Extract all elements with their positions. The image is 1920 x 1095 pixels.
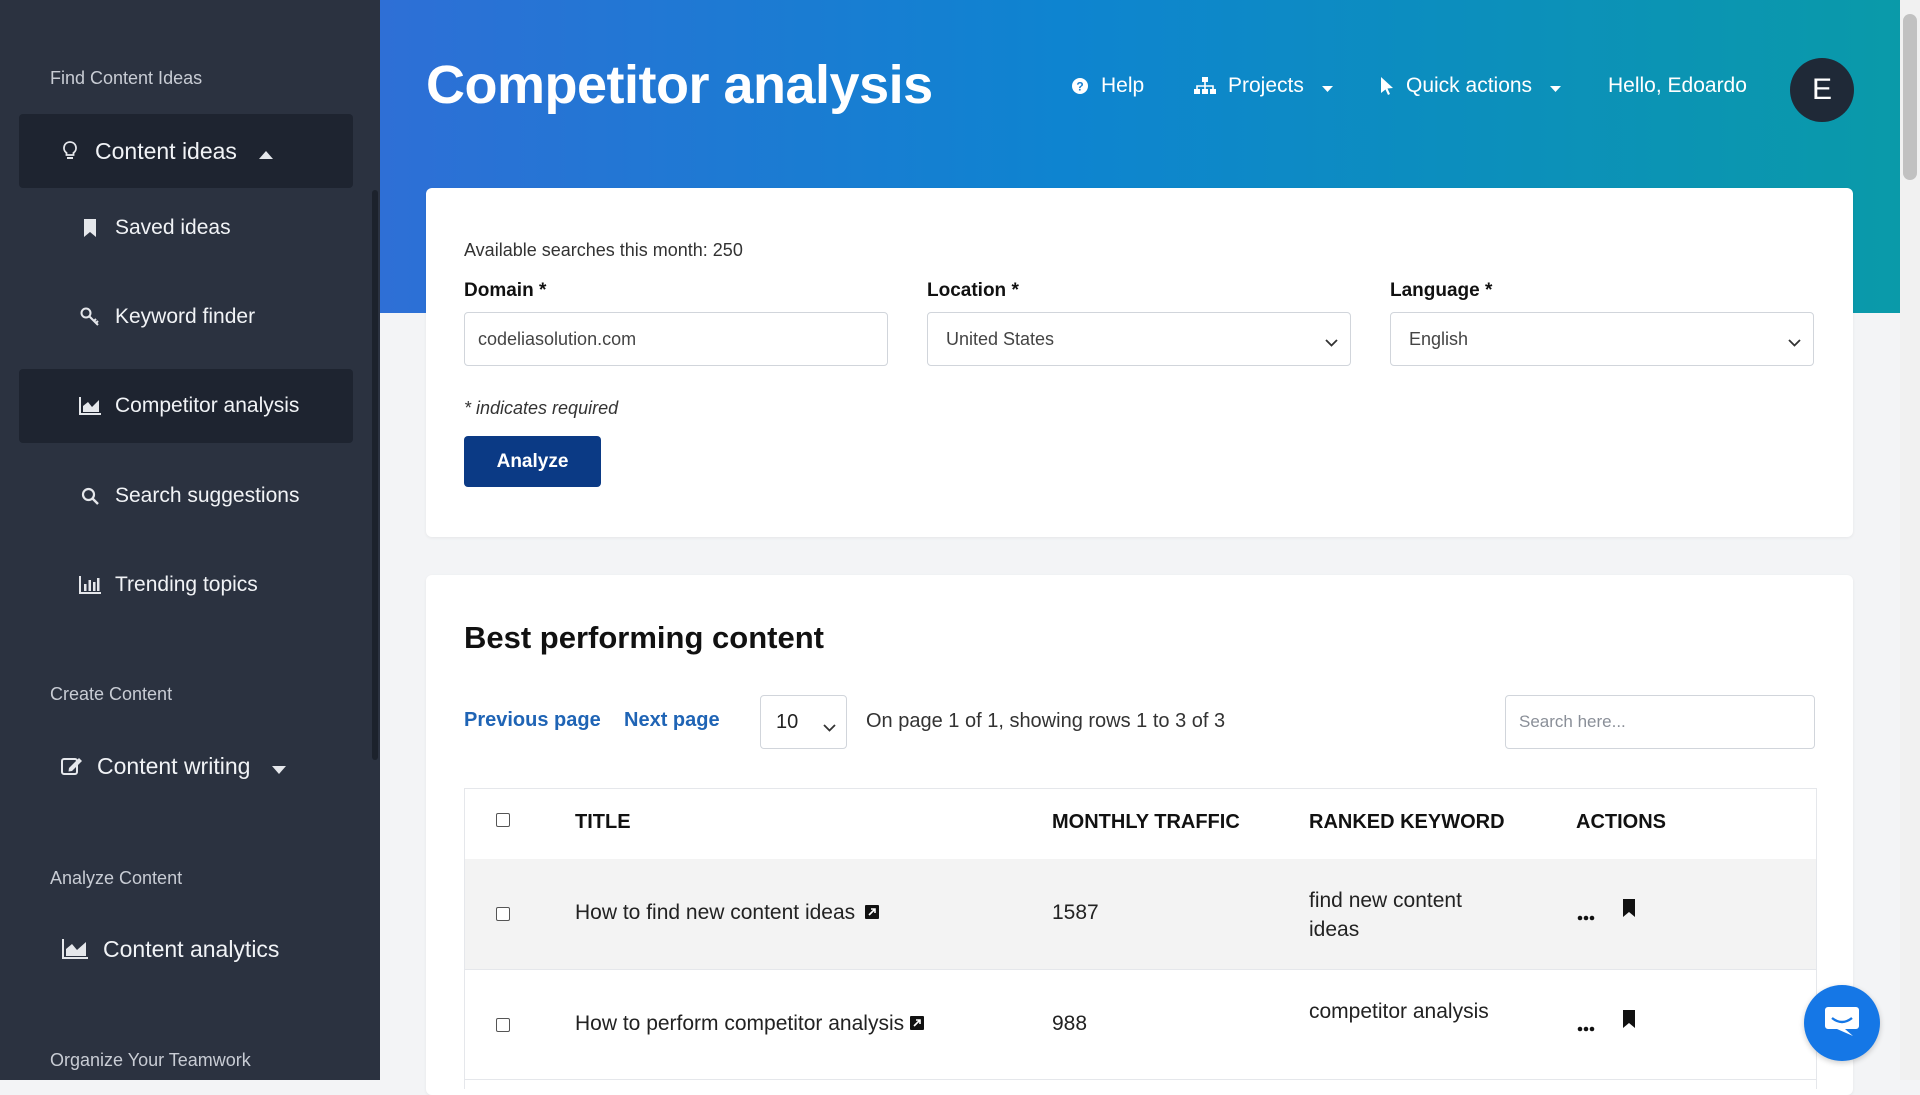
user-greeting[interactable]: Hello, Edoardo bbox=[1608, 74, 1747, 98]
help-link[interactable]: ? Help bbox=[1071, 74, 1144, 98]
previous-page-link[interactable]: Previous page bbox=[464, 709, 601, 732]
area-chart-icon bbox=[61, 938, 89, 960]
chevron-down-icon bbox=[823, 715, 836, 738]
available-searches: Available searches this month: 250 bbox=[464, 240, 743, 260]
section-organize-teamwork: Organize Your Teamwork bbox=[50, 1050, 251, 1070]
location-select[interactable]: United States bbox=[927, 312, 1351, 366]
sitemap-icon bbox=[1194, 77, 1216, 95]
results-table: TITLE MONTHLY TRAFFIC RANKED KEYWORD ACT… bbox=[464, 788, 1817, 1089]
row-traffic: 1587 bbox=[1052, 901, 1099, 924]
external-link-icon bbox=[909, 1012, 924, 1036]
more-actions-icon[interactable] bbox=[1577, 1014, 1595, 1038]
select-all-checkbox[interactable] bbox=[496, 813, 510, 827]
projects-label: Projects bbox=[1228, 74, 1304, 97]
bookmark-icon[interactable] bbox=[1622, 899, 1636, 923]
table-row: How to perform competitor analysis 988 c… bbox=[465, 969, 1816, 1080]
lightbulb-icon bbox=[59, 140, 81, 162]
bookmark-icon bbox=[79, 217, 101, 239]
sidebar-item-trending-topics[interactable]: Trending topics bbox=[19, 548, 353, 622]
question-circle-icon: ? bbox=[1071, 77, 1089, 95]
language-value: English bbox=[1409, 328, 1469, 349]
sidebar-item-keyword-finder[interactable]: Keyword finder bbox=[19, 280, 353, 354]
key-icon bbox=[79, 306, 101, 328]
results-title: Best performing content bbox=[464, 620, 824, 655]
pointer-icon bbox=[1380, 76, 1394, 96]
required-note: * indicates required bbox=[464, 398, 619, 418]
sidebar-item-label: Saved ideas bbox=[115, 216, 231, 239]
quick-actions-dropdown[interactable]: Quick actions bbox=[1380, 74, 1562, 98]
edit-icon bbox=[61, 755, 83, 777]
external-link-icon bbox=[865, 901, 880, 925]
search-placeholder: Search here... bbox=[1519, 712, 1626, 731]
pagination-info: On page 1 of 1, showing rows 1 to 3 of 3 bbox=[866, 710, 1226, 732]
help-label: Help bbox=[1101, 74, 1145, 97]
language-label: Language * bbox=[1390, 280, 1493, 301]
page-size-value: 10 bbox=[776, 710, 799, 733]
sidebar-item-label: Competitor analysis bbox=[115, 394, 300, 417]
sidebar-item-label: Content ideas bbox=[95, 137, 237, 164]
row-title: How to perform competitor analysis bbox=[575, 1012, 905, 1035]
projects-dropdown[interactable]: Projects bbox=[1194, 74, 1333, 98]
bookmark-icon[interactable] bbox=[1622, 1010, 1636, 1034]
chat-icon bbox=[1823, 1004, 1861, 1043]
sidebar-item-content-analytics[interactable]: Content analytics bbox=[19, 912, 353, 986]
table-header: TITLE MONTHLY TRAFFIC RANKED KEYWORD ACT… bbox=[465, 789, 1816, 860]
location-label: Location * bbox=[927, 280, 1019, 301]
column-ranked-keyword[interactable]: RANKED KEYWORD bbox=[1309, 811, 1505, 834]
next-page-link[interactable]: Next page bbox=[624, 709, 720, 732]
sidebar-item-label: Keyword finder bbox=[115, 305, 256, 328]
sidebar-item-label: Content writing bbox=[97, 752, 251, 779]
row-keyword: competitor analysis bbox=[1309, 1000, 1489, 1023]
row-traffic: 988 bbox=[1052, 1012, 1088, 1035]
section-create-content: Create Content bbox=[50, 684, 173, 704]
column-title[interactable]: TITLE bbox=[575, 811, 631, 834]
avatar[interactable]: E bbox=[1790, 58, 1854, 122]
caret-down-icon bbox=[1550, 74, 1562, 98]
table-row: How to find new content ideas 1587 find … bbox=[465, 859, 1816, 970]
page-title: Competitor analysis bbox=[426, 55, 933, 115]
search-icon bbox=[79, 485, 101, 507]
scrollbar-thumb[interactable] bbox=[1903, 14, 1917, 180]
row-checkbox[interactable] bbox=[496, 1018, 510, 1032]
domain-input[interactable]: codeliasolution.com bbox=[464, 312, 888, 366]
page-size-select[interactable]: 10 bbox=[760, 695, 847, 749]
sidebar-item-content-ideas[interactable]: Content ideas bbox=[19, 114, 353, 188]
bar-chart-icon bbox=[79, 574, 101, 596]
caret-up-icon bbox=[258, 138, 273, 165]
sidebar-item-content-writing[interactable]: Content writing bbox=[19, 729, 353, 803]
chevron-down-icon bbox=[1325, 331, 1338, 352]
row-title-link[interactable]: How to find new content ideas bbox=[575, 901, 880, 925]
domain-value: codeliasolution.com bbox=[478, 328, 637, 349]
sidebar-item-label: Search suggestions bbox=[115, 484, 300, 507]
svg-text:?: ? bbox=[1076, 80, 1083, 94]
sidebar-scrollbar[interactable] bbox=[372, 190, 378, 760]
quick-actions-label: Quick actions bbox=[1406, 74, 1533, 97]
sidebar-item-saved-ideas[interactable]: Saved ideas bbox=[19, 191, 353, 265]
section-find-content-ideas: Find Content Ideas bbox=[50, 68, 203, 88]
column-actions: ACTIONS bbox=[1576, 811, 1666, 833]
chat-widget-button[interactable] bbox=[1804, 985, 1880, 1061]
page-scrollbar[interactable] bbox=[1900, 0, 1920, 1080]
row-keyword: find new content ideas bbox=[1309, 889, 1462, 941]
caret-down-icon bbox=[272, 753, 287, 780]
location-value: United States bbox=[946, 328, 1055, 349]
table-search-input[interactable]: Search here... bbox=[1505, 695, 1815, 749]
column-monthly-traffic[interactable]: MONTHLY TRAFFIC bbox=[1052, 811, 1240, 834]
chevron-down-icon bbox=[1788, 331, 1801, 352]
analyze-button[interactable]: Analyze bbox=[464, 436, 601, 487]
language-select[interactable]: English bbox=[1390, 312, 1814, 366]
sidebar: Find Content Ideas Content ideas Saved i… bbox=[0, 0, 380, 1080]
domain-label: Domain * bbox=[464, 280, 547, 301]
caret-down-icon bbox=[1321, 74, 1333, 98]
row-title: How to find new content ideas bbox=[575, 901, 856, 924]
sidebar-item-competitor-analysis[interactable]: Competitor analysis bbox=[19, 369, 353, 443]
sidebar-item-label: Content analytics bbox=[103, 935, 280, 962]
more-actions-icon[interactable] bbox=[1577, 903, 1595, 927]
sidebar-item-search-suggestions[interactable]: Search suggestions bbox=[19, 459, 353, 533]
section-analyze-content: Analyze Content bbox=[50, 868, 183, 888]
area-chart-icon bbox=[79, 395, 101, 417]
row-checkbox[interactable] bbox=[496, 907, 510, 921]
row-title-link[interactable]: How to perform competitor analysis bbox=[575, 1012, 924, 1036]
sidebar-item-label: Trending topics bbox=[115, 573, 258, 596]
